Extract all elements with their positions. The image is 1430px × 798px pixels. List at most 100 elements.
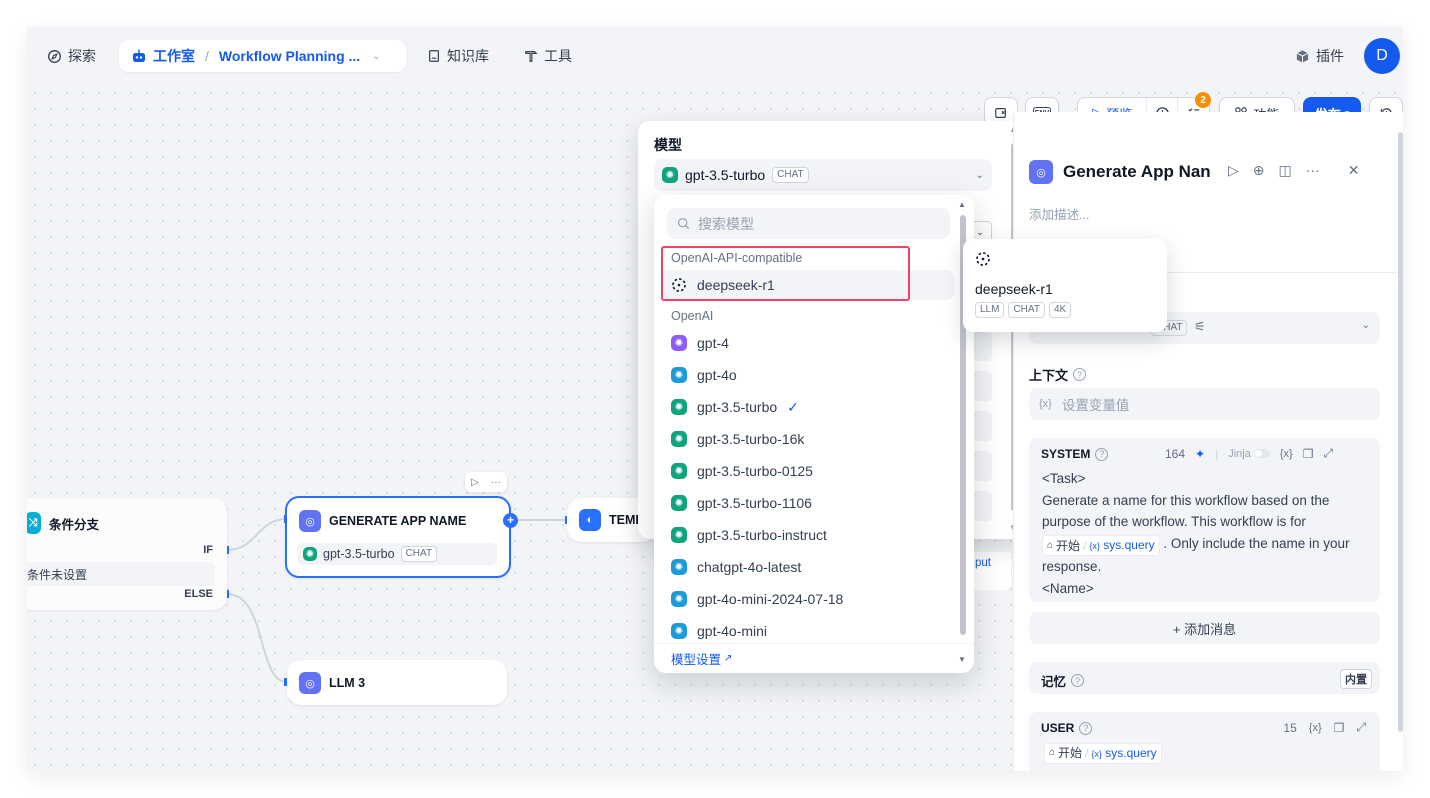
model-label: 模型: [654, 137, 682, 153]
model-item-gpt-4o-mini-2024-07-18[interactable]: ✺ gpt-4o-mini-2024-07-18: [661, 584, 954, 614]
sparkle-icon[interactable]: ✦: [1195, 447, 1205, 461]
model-item-gpt-3-5-turbo-16k[interactable]: ✺ gpt-3.5-turbo-16k: [661, 424, 954, 454]
output-hint-text: put: [975, 557, 991, 569]
compass-icon: [48, 49, 61, 63]
variable-name: {x} sys.query: [1091, 745, 1157, 760]
copy-icon[interactable]: ❐: [1303, 447, 1314, 461]
openai-icon: ✺: [671, 335, 687, 351]
model-item-gpt-3-5-turbo-1106[interactable]: ✺ gpt-3.5-turbo-1106: [661, 488, 954, 518]
dashed-circle-icon: [672, 278, 686, 292]
template-icon: ◐: [579, 509, 601, 531]
more-icon[interactable]: ···: [1306, 162, 1320, 179]
memory-label: 记忆 ?: [1041, 671, 1085, 690]
model-item-gpt-3-5-turbo-instruct[interactable]: ✺ gpt-3.5-turbo-instruct: [661, 520, 954, 550]
llm3-node[interactable]: ◎ LLM 3: [287, 660, 507, 705]
node-actions[interactable]: ▷ ···: [465, 472, 507, 492]
sliders-icon[interactable]: ⚟: [1194, 319, 1206, 335]
condition-text: 条件未设置: [27, 567, 88, 582]
model-item-gpt-3-5-turbo[interactable]: ✺ gpt-3.5-turbo ✓: [661, 392, 954, 422]
openai-icon: ✺: [671, 431, 687, 447]
group-label-openai-compatible: OpenAI-API-compatible: [671, 251, 803, 265]
variable-icon[interactable]: {x}: [1280, 448, 1293, 460]
avatar[interactable]: D: [1364, 38, 1400, 74]
variable-chip[interactable]: ⌂ 开始 / {x} sys.query: [1042, 535, 1160, 556]
variable-icon[interactable]: {x}: [1309, 722, 1322, 734]
more-icon[interactable]: ···: [491, 477, 501, 488]
hammer-icon: [525, 51, 538, 62]
description-placeholder[interactable]: 添加描述...: [1029, 204, 1089, 223]
nav-tools[interactable]: 工具: [524, 46, 572, 66]
panel-scrollbar[interactable]: [1398, 132, 1403, 732]
model-item-gpt-4[interactable]: ✺ gpt-4: [661, 328, 954, 358]
scroll-up-icon[interactable]: ▲: [958, 200, 966, 209]
play-icon[interactable]: ▷: [1228, 162, 1239, 179]
help-icon: ?: [1095, 447, 1109, 461]
model-item-label: gpt-4o-mini: [697, 623, 768, 639]
model-search[interactable]: [667, 208, 950, 239]
system-prompt-text[interactable]: <Task> Generate a name for this workflow…: [1042, 468, 1372, 599]
model-item-gpt-4o[interactable]: ✺ gpt-4o: [661, 360, 954, 390]
context-label-text: 上下文: [1029, 368, 1069, 383]
model-item-gpt-3-5-turbo-0125[interactable]: ✺ gpt-3.5-turbo-0125: [661, 456, 954, 486]
expand-icon[interactable]: ⤢: [1323, 446, 1333, 461]
model-select-tag: CHAT: [772, 167, 809, 183]
openai-icon: ✺: [662, 167, 678, 183]
add-message-button[interactable]: + 添加消息: [1029, 612, 1380, 644]
breadcrumb-workflow-name[interactable]: Workflow Planning ...: [219, 48, 360, 64]
user-prompt-box[interactable]: USER ? 15 {x} ❐ ⤢ ⌂ 开始 / {x} sys.query: [1029, 712, 1380, 771]
else-label: ELSE: [184, 588, 213, 600]
variable-name: {x} sys.query: [1089, 538, 1155, 552]
nav-explore-label: 探索: [68, 48, 96, 64]
edge-else-llm3: [226, 593, 288, 683]
model-item-gpt-4o-mini[interactable]: ✺ gpt-4o-mini: [661, 616, 954, 646]
generate-app-name-node[interactable]: ◎ GENERATE APP NAME ✺ gpt-3.5-turbo CHAT…: [285, 496, 518, 578]
if-else-node[interactable]: ⤨ 条件分支 IF 条件未设置 ELSE: [27, 498, 227, 610]
memory-row: 记忆 ? 内置: [1029, 662, 1380, 694]
nav-plugins[interactable]: 插件: [1295, 46, 1344, 66]
search-input[interactable]: [698, 215, 918, 232]
nav-explore[interactable]: 探索: [47, 46, 96, 66]
nav-tools-label: 工具: [544, 48, 572, 64]
system-prompt-box[interactable]: SYSTEM ? 164 ✦ | Jinja {x} ❐ ⤢ <Task> Ge…: [1029, 438, 1380, 602]
model-item-label: chatgpt-4o-latest: [697, 559, 802, 575]
cube-icon: [1296, 49, 1309, 63]
exit-icon: [995, 108, 1006, 118]
breadcrumb-studio[interactable]: 工作室: [153, 46, 195, 66]
book-icon: [429, 50, 439, 62]
close-icon[interactable]: ✕: [1348, 162, 1360, 179]
variable-chip[interactable]: ⌂ 开始 / {x} sys.query: [1044, 742, 1162, 764]
tooltip-tag: LLM: [975, 302, 1005, 318]
openai-icon: ✺: [671, 559, 687, 575]
copy-icon[interactable]: ❐: [1334, 721, 1345, 735]
model-settings-link[interactable]: 模型设置 ↗: [654, 643, 974, 673]
help-icon: ?: [1079, 721, 1093, 735]
nav-knowledge[interactable]: 知识库: [427, 46, 489, 66]
jinja-toggle[interactable]: Jinja: [1228, 448, 1270, 460]
run-node-icon[interactable]: ▷: [471, 477, 479, 488]
expand-icon[interactable]: ⤢: [1356, 720, 1366, 735]
add-next-icon[interactable]: +: [503, 513, 518, 528]
chevron-down-icon[interactable]: ⌄: [372, 51, 380, 62]
model-item-label: gpt-3.5-turbo-instruct: [697, 527, 827, 543]
model-select-value: gpt-3.5-turbo: [685, 167, 766, 183]
context-select[interactable]: {x} 设置变量值: [1029, 388, 1380, 420]
crosshair-icon[interactable]: ⊕: [1253, 162, 1265, 179]
edge-if-generate: [226, 518, 288, 551]
book-open-icon[interactable]: ◫: [1279, 162, 1292, 179]
generate-node-title: GENERATE APP NAME: [329, 514, 467, 528]
panel-title[interactable]: Generate App Nan: [1063, 162, 1211, 182]
model-item-chatgpt-4o-latest[interactable]: ✺ chatgpt-4o-latest: [661, 552, 954, 582]
model-item-label: gpt-4: [697, 335, 729, 351]
branch-icon: ⤨: [27, 512, 41, 534]
model-select[interactable]: ✺ gpt-3.5-turbo CHAT ⌄: [654, 159, 992, 191]
system-label: SYSTEM: [1041, 447, 1091, 461]
if-label: IF: [203, 544, 213, 556]
breadcrumb-separator: /: [205, 48, 209, 64]
user-prompt-text[interactable]: ⌂ 开始 / {x} sys.query: [1044, 742, 1162, 764]
llm-icon: ◎: [299, 672, 321, 694]
model-tooltip: deepseek-r1 LLM CHAT 4K: [963, 239, 1167, 332]
node-model-name: gpt-3.5-turbo: [323, 547, 395, 561]
model-item-deepseek-r1[interactable]: deepseek-r1: [661, 270, 954, 300]
add-message-label: + 添加消息: [1172, 621, 1237, 637]
scroll-down-icon[interactable]: ▼: [958, 655, 966, 664]
